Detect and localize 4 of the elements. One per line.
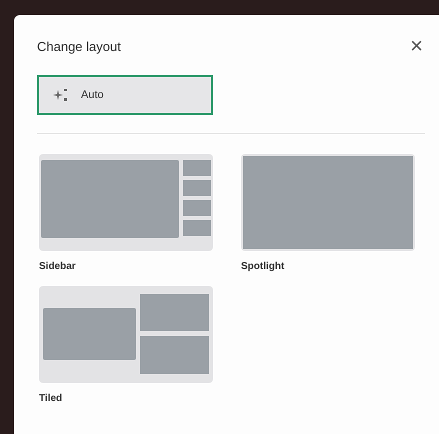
dialog-title: Change layout bbox=[37, 38, 121, 54]
close-button[interactable]: × bbox=[408, 35, 425, 57]
sparkle-icon bbox=[53, 88, 69, 102]
auto-layout-button[interactable]: Auto bbox=[37, 75, 213, 115]
